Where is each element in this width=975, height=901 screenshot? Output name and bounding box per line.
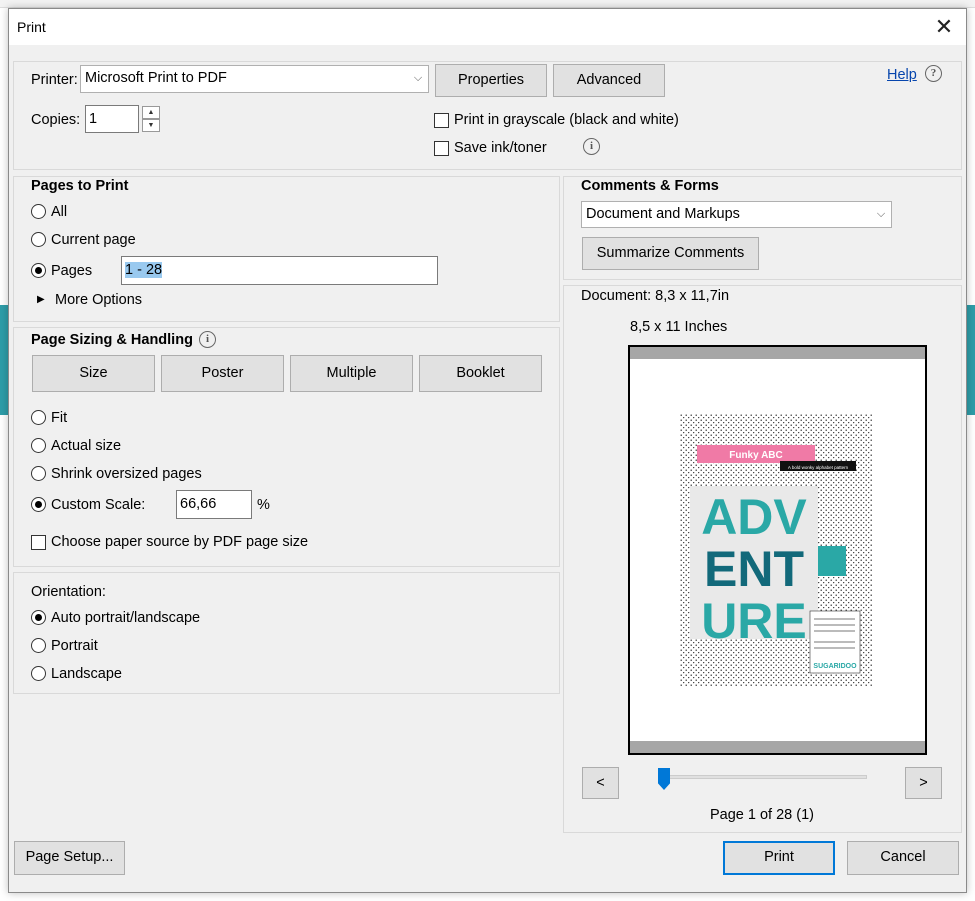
- artwork-row2: ENT: [704, 541, 804, 597]
- printer-select[interactable]: Microsoft Print to PDF ⌵: [80, 65, 429, 93]
- artwork-preview: Funky ABC A bold wonky alphabet pattern …: [680, 414, 873, 686]
- radio-fit-label: Fit: [51, 410, 68, 426]
- artwork-tagline: A bold wonky alphabet pattern: [788, 465, 849, 470]
- comments-heading: Comments & Forms: [581, 178, 719, 194]
- radio-shrink[interactable]: [31, 466, 46, 481]
- printer-label: Printer:: [31, 72, 78, 88]
- radio-portrait[interactable]: [31, 638, 46, 653]
- comments-select[interactable]: Document and Markups ⌵: [581, 201, 892, 228]
- help-icon[interactable]: ?: [925, 65, 942, 82]
- paper-source-label: Choose paper source by PDF page size: [51, 534, 309, 550]
- save-ink-label: Save ink/toner: [454, 140, 547, 156]
- page-range-input[interactable]: 1 - 28: [121, 256, 438, 285]
- radio-pages[interactable]: [31, 263, 46, 278]
- tab-poster[interactable]: Poster: [161, 355, 284, 392]
- page-slider-track[interactable]: [659, 775, 867, 779]
- advanced-button[interactable]: Advanced: [553, 64, 665, 97]
- document-size: Document: 8,3 x 11,7in: [581, 288, 730, 304]
- copies-input[interactable]: 1: [85, 105, 139, 133]
- copies-up-arrow[interactable]: ▲: [142, 106, 160, 119]
- radio-auto-label: Auto portrait/landscape: [51, 610, 201, 626]
- artwork-row3: URE: [701, 593, 807, 649]
- tab-booklet[interactable]: Booklet: [419, 355, 542, 392]
- radio-custom-label: Custom Scale:: [51, 497, 146, 513]
- properties-button[interactable]: Properties: [435, 64, 547, 97]
- triangle-right-icon[interactable]: ▶: [37, 294, 45, 305]
- radio-shrink-label: Shrink oversized pages: [51, 466, 202, 482]
- copies-down-arrow[interactable]: ▼: [142, 119, 160, 132]
- help-link[interactable]: Help: [887, 67, 917, 83]
- percent-label: %: [257, 497, 270, 513]
- radio-all[interactable]: [31, 204, 46, 219]
- radio-portrait-label: Portrait: [51, 638, 98, 654]
- tab-size[interactable]: Size: [32, 355, 155, 392]
- radio-actual-size[interactable]: [31, 438, 46, 453]
- chevron-down-icon: ⌵: [413, 72, 423, 84]
- radio-landscape[interactable]: [31, 666, 46, 681]
- orientation-heading: Orientation:: [31, 584, 106, 600]
- printer-selected: Microsoft Print to PDF: [85, 70, 227, 86]
- print-button[interactable]: Print: [723, 841, 835, 875]
- more-options-toggle[interactable]: More Options: [55, 292, 142, 308]
- paper-size: 8,5 x 11 Inches: [630, 319, 728, 335]
- comments-selected: Document and Markups: [586, 206, 740, 222]
- artwork-banner: Funky ABC: [729, 450, 783, 461]
- paper-source-checkbox[interactable]: [31, 535, 46, 550]
- info-icon[interactable]: i: [583, 138, 600, 155]
- radio-fit[interactable]: [31, 410, 46, 425]
- info-icon[interactable]: i: [199, 331, 216, 348]
- page-info: Page 1 of 28 (1): [710, 807, 814, 823]
- sizing-heading: Page Sizing & Handling: [31, 332, 193, 348]
- radio-auto-orientation[interactable]: [31, 610, 46, 625]
- page-preview: Funky ABC A bold wonky alphabet pattern …: [628, 345, 927, 755]
- title-bar: Print ✕: [9, 9, 966, 45]
- previous-page-button[interactable]: <: [582, 767, 619, 799]
- dialog-title: Print: [17, 19, 46, 35]
- radio-landscape-label: Landscape: [51, 666, 122, 682]
- radio-custom-scale[interactable]: [31, 497, 46, 512]
- radio-all-label: All: [51, 204, 68, 220]
- next-page-button[interactable]: >: [905, 767, 942, 799]
- grayscale-label: Print in grayscale (black and white): [454, 112, 679, 128]
- print-dialog: Print ✕ Printer: Microsoft Print to PDF …: [8, 8, 967, 893]
- close-icon[interactable]: ✕: [930, 13, 958, 41]
- pages-heading: Pages to Print: [31, 178, 129, 194]
- radio-pages-label: Pages: [51, 263, 93, 279]
- radio-current-page[interactable]: [31, 232, 46, 247]
- artwork-row1: ADV: [701, 489, 807, 545]
- copies-label: Copies:: [31, 112, 81, 128]
- save-ink-checkbox[interactable]: [434, 141, 449, 156]
- chevron-down-icon: ⌵: [876, 208, 886, 220]
- radio-actual-label: Actual size: [51, 438, 122, 454]
- background-header: [0, 0, 975, 8]
- page-range-value: 1 - 28: [125, 262, 163, 278]
- custom-scale-input[interactable]: 66,66: [176, 490, 252, 519]
- page-setup-button[interactable]: Page Setup...: [14, 841, 125, 875]
- artwork-brand: SUGARIDOO: [813, 663, 857, 670]
- grayscale-checkbox[interactable]: [434, 113, 449, 128]
- cancel-button[interactable]: Cancel: [847, 841, 959, 875]
- summarize-comments-button[interactable]: Summarize Comments: [582, 237, 759, 270]
- tab-multiple[interactable]: Multiple: [290, 355, 413, 392]
- radio-current-label: Current page: [51, 232, 136, 248]
